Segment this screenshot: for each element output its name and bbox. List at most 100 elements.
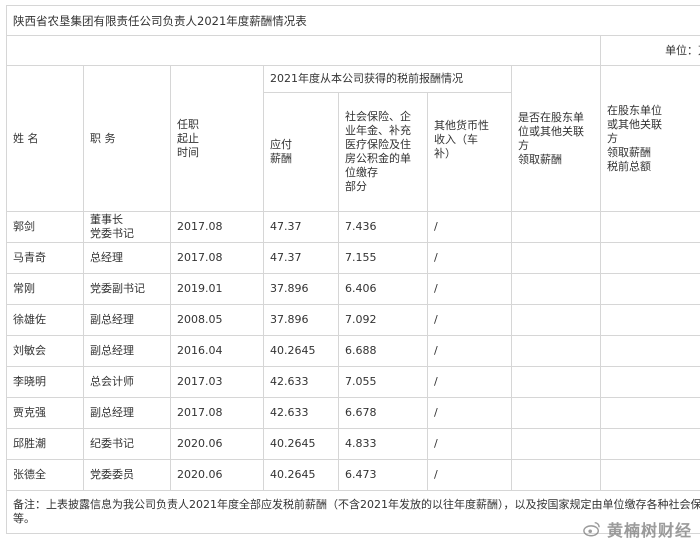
- cell-shareholder: [511, 242, 601, 274]
- table-title: 陕西省农垦集团有限责任公司负责人2021年度薪酬情况表: [5, 5, 700, 36]
- header-tenure-line: 任职: [177, 117, 199, 131]
- cell-related: [599, 211, 700, 243]
- cell-salary: 37.896: [263, 304, 339, 336]
- cell-salary: 37.896: [263, 273, 339, 305]
- cell-other: /: [427, 397, 512, 429]
- header-shareholder: 是否在股东单 位或其他关联 方 领取薪酬: [511, 65, 601, 212]
- cell-other: /: [427, 335, 512, 367]
- cell-name: 郭剑: [6, 211, 84, 243]
- weibo-icon: [583, 521, 600, 537]
- cell-social: 6.678: [338, 397, 428, 429]
- cell-shareholder: [511, 304, 601, 336]
- cell-tenure: 2017.08: [170, 397, 264, 429]
- cell-salary: 42.633: [263, 397, 339, 429]
- header-social-line: 医疗保险及住: [345, 138, 411, 151]
- cell-related: [599, 304, 700, 336]
- cell-social: 6.406: [338, 273, 428, 305]
- cell-name: 徐雄佐: [6, 304, 84, 336]
- cell-shareholder: [511, 459, 601, 491]
- cell-position: 副总经理: [83, 397, 171, 429]
- cell-salary: 40.2645: [263, 335, 339, 367]
- table-row: 徐雄佐 副总经理 2008.05 37.896 7.092 /: [6, 304, 700, 336]
- header-other: 其他货币性 收入（车 补）: [427, 92, 512, 212]
- header-salary-line: 应付: [270, 138, 292, 151]
- header-social-line: 位缴存: [345, 166, 378, 179]
- cell-related: [599, 428, 700, 460]
- cell-tenure: 2020.06: [170, 428, 264, 460]
- header-tenure: 任职 起止 时间: [170, 65, 264, 212]
- header-shareholder-line: 是否在股东单: [518, 110, 584, 124]
- cell-other: /: [427, 428, 512, 460]
- cell-position: 董事长 党委书记: [83, 211, 171, 243]
- cell-shareholder: [511, 397, 601, 429]
- cell-related: [599, 273, 700, 305]
- header-social-line: 房公积金的单: [345, 152, 411, 165]
- cell-social: 6.473: [338, 459, 428, 491]
- header-shareholder-line: 领取薪酬: [518, 152, 562, 166]
- watermark-text: 黄楠树财经: [606, 521, 692, 540]
- cell-name: 张德全: [6, 459, 84, 491]
- cell-related: [599, 397, 700, 429]
- cell-social: 7.436: [338, 211, 428, 243]
- cell-social: 4.833: [338, 428, 428, 460]
- cell-position: 总经理: [83, 242, 171, 274]
- cell-salary: 47.37: [263, 242, 339, 274]
- header-shareholder-line: 位或其他关联: [518, 124, 584, 138]
- cell-other: /: [427, 242, 512, 274]
- cell-salary: 40.2645: [263, 428, 339, 460]
- header-tenure-line: 起止: [177, 131, 199, 145]
- cell-tenure: 2020.06: [170, 459, 264, 491]
- cell-shareholder: [511, 335, 601, 367]
- header-other-line: 补）: [434, 147, 456, 160]
- cell-social: 7.155: [338, 242, 428, 274]
- cell-shareholder: [511, 273, 601, 305]
- header-salary-line: 薪酬: [270, 152, 292, 165]
- table-row: 刘敏会 副总经理 2016.04 40.2645 6.688 /: [6, 335, 700, 367]
- cell-position-line: 党委书记: [90, 227, 134, 240]
- header-related-line: 方: [607, 131, 618, 145]
- cell-related: [599, 459, 700, 491]
- header-salary: 应付 薪酬: [263, 92, 339, 212]
- header-group: 2021年度从本公司获得的税前报酬情况: [263, 65, 512, 93]
- table-row: 贾克强 副总经理 2017.08 42.633 6.678 /: [6, 397, 700, 429]
- cell-position-line: 董事长: [90, 213, 123, 226]
- cell-social: 6.688: [338, 335, 428, 367]
- cell-name: 贾克强: [6, 397, 84, 429]
- cell-tenure: 2008.05: [170, 304, 264, 336]
- cell-name: 李晓明: [6, 366, 84, 398]
- cell-name: 常刚: [6, 273, 84, 305]
- header-tenure-line: 时间: [177, 145, 199, 159]
- table-row: 马青奇 总经理 2017.08 47.37 7.155 /: [6, 242, 700, 274]
- header-social-line: 社会保险、企: [345, 110, 411, 123]
- header-related-line: 在股东单位: [607, 103, 662, 117]
- cell-salary: 40.2645: [263, 459, 339, 491]
- header-other-line: 其他货币性: [434, 119, 489, 132]
- cell-other: /: [427, 366, 512, 398]
- cell-tenure: 2017.08: [170, 211, 264, 243]
- cell-position: 总会计师: [83, 366, 171, 398]
- watermark: 黄楠树财经: [583, 517, 692, 541]
- cell-tenure: 2016.04: [170, 335, 264, 367]
- cell-name: 马青奇: [6, 242, 84, 274]
- cell-name: 邱胜潮: [6, 428, 84, 460]
- table-row: 郭剑 董事长 党委书记 2017.08 47.37 7.436 /: [6, 211, 700, 243]
- cell-other: /: [427, 273, 512, 305]
- header-social-line: 业年金、补充: [345, 124, 411, 137]
- cell-other: /: [427, 459, 512, 491]
- cell-salary: 47.37: [263, 211, 339, 243]
- cell-other: /: [427, 304, 512, 336]
- cell-social: 7.055: [338, 366, 428, 398]
- header-other-line: 收入（车: [434, 133, 478, 146]
- unit-label: 单位：万元: [599, 35, 700, 66]
- cell-tenure: 2017.03: [170, 366, 264, 398]
- table-row: 常刚 党委副书记 2019.01 37.896 6.406 /: [6, 273, 700, 305]
- cell-shareholder: [511, 366, 601, 398]
- header-social-line: 部分: [345, 180, 367, 193]
- cell-position: 副总经理: [83, 304, 171, 336]
- cell-salary: 42.633: [263, 366, 339, 398]
- cell-related: [599, 335, 700, 367]
- header-social: 社会保险、企 业年金、补充 医疗保险及住 房公积金的单 位缴存 部分: [338, 92, 428, 212]
- cell-related: [599, 242, 700, 274]
- cell-tenure: 2019.01: [170, 273, 264, 305]
- document: 陕西省农垦集团有限责任公司负责人2021年度薪酬情况表 单位：万元 姓 名 职 …: [0, 0, 700, 547]
